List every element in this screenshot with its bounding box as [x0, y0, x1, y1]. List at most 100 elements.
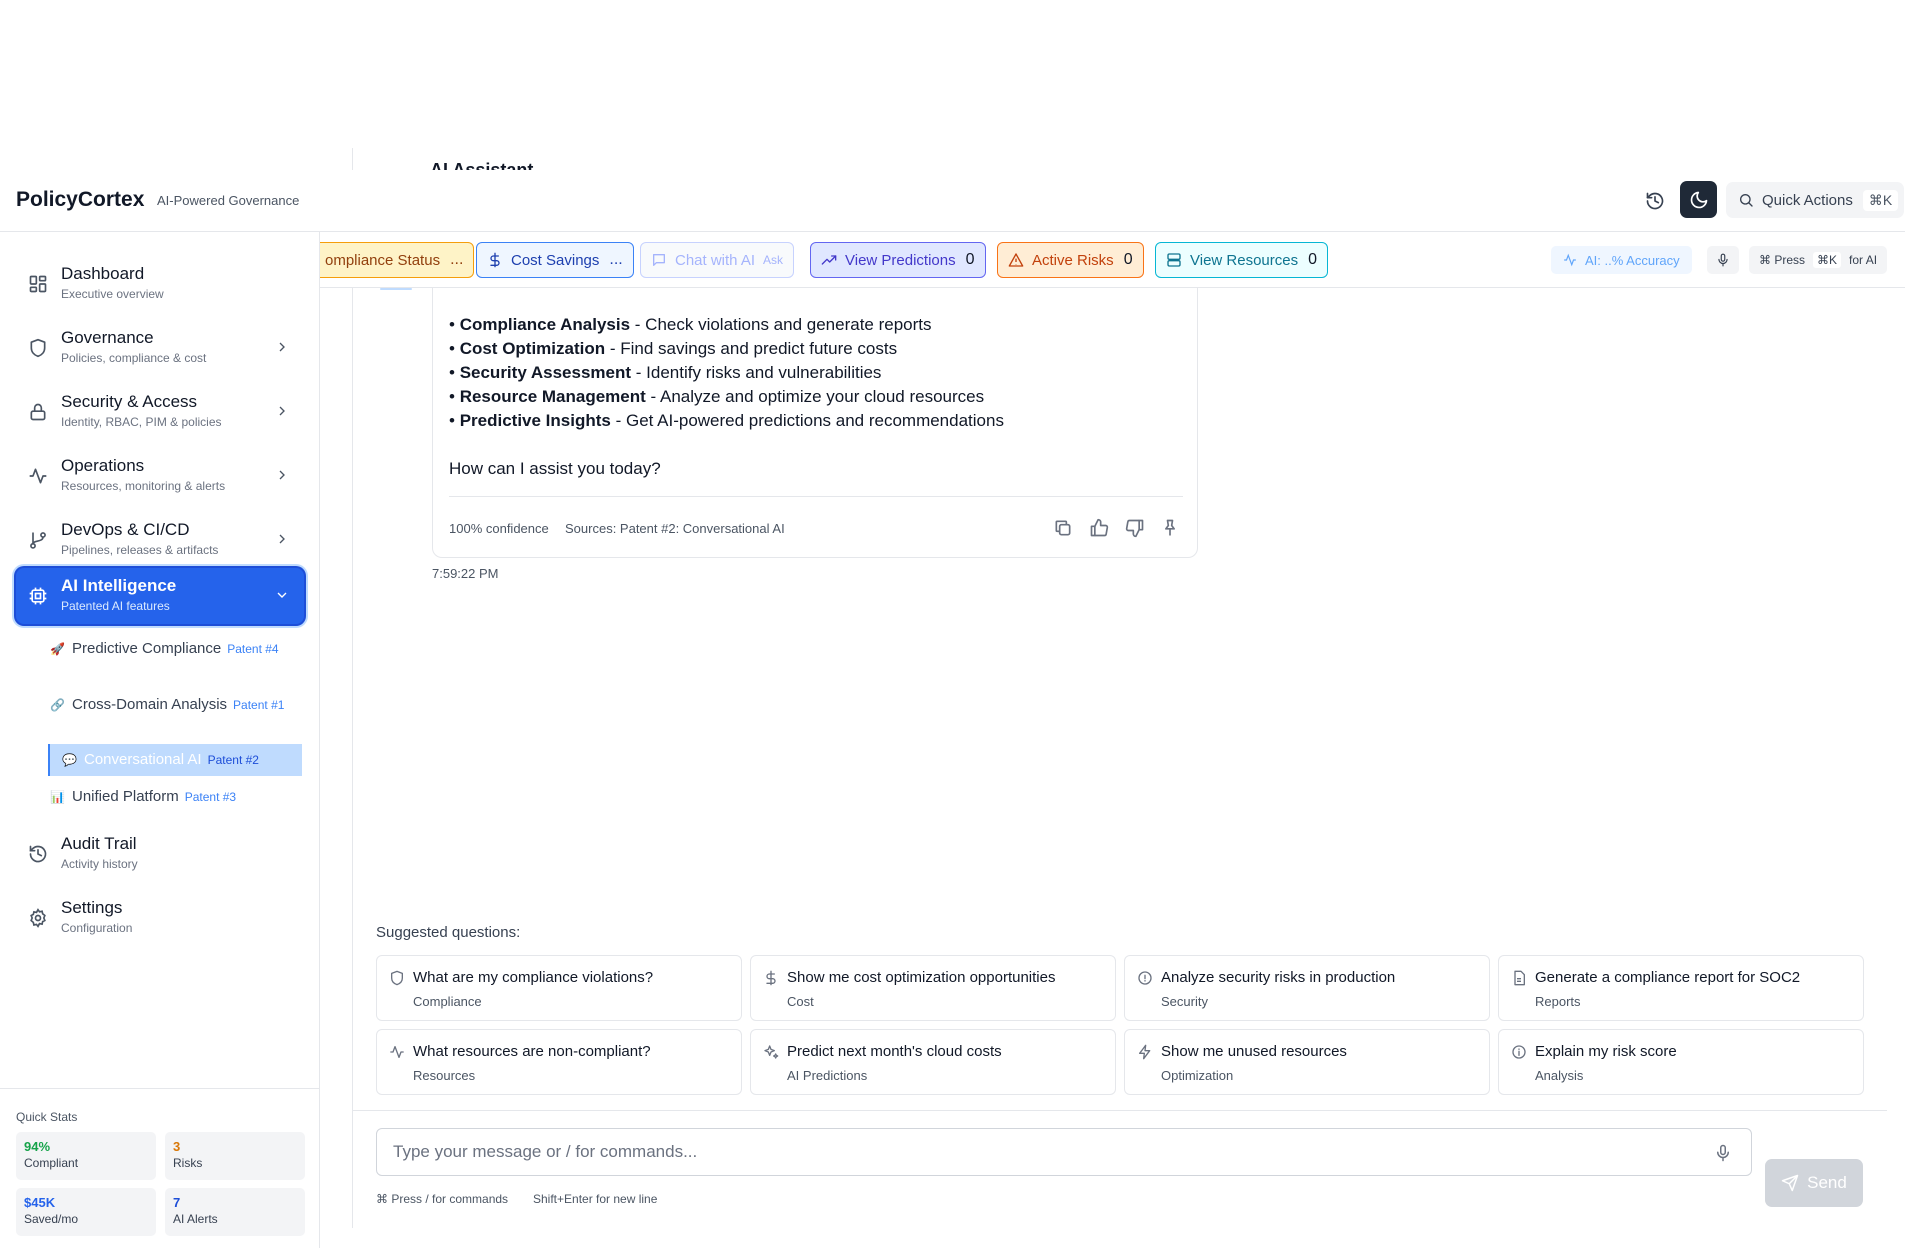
sidebar-item-label: DevOps & CI/CD	[61, 520, 189, 540]
pin-icon[interactable]	[1160, 518, 1180, 538]
stat-card-ai-alerts: 7 AI Alerts	[165, 1188, 305, 1236]
theme-toggle-button[interactable]	[1680, 181, 1717, 218]
sparkles-icon	[763, 1044, 779, 1060]
patent-badge: Patent #4	[227, 642, 278, 656]
dollar-icon	[487, 252, 503, 268]
sidebar-item-label: Governance	[61, 328, 154, 348]
sources-label: Sources: Patent #2: Conversational AI	[565, 521, 785, 536]
input-area-divider	[352, 1110, 1887, 1111]
quick-stats-title: Quick Stats	[16, 1110, 77, 1124]
stat-card-risks: 3 Risks	[165, 1132, 305, 1180]
suggestion-question: What are my compliance violations?	[413, 969, 653, 986]
quick-stats-divider	[0, 1088, 320, 1089]
subnav-unified-platform[interactable]: 📊Unified PlatformPatent #3	[50, 787, 304, 807]
commands-hint: ⌘ Press / for commands	[376, 1192, 508, 1206]
moon-icon	[1689, 190, 1709, 210]
message-footer-divider	[449, 496, 1183, 497]
chevron-right-icon	[274, 403, 290, 419]
sidebar-item-label: Security & Access	[61, 392, 197, 412]
sidebar-item-security[interactable]: Security & Access Identity, RBAC, PIM & …	[16, 384, 304, 440]
subnav-conversational-ai[interactable]: 💬Conversational AIPatent #2	[48, 744, 302, 776]
suggestion-card[interactable]: Generate a compliance report for SOC2 Re…	[1498, 955, 1864, 1021]
assistant-message: • Compliance Analysis - Check violations…	[432, 288, 1198, 558]
chevron-down-icon	[274, 587, 290, 603]
sidebar-item-settings[interactable]: Settings Configuration	[16, 890, 304, 946]
active-risks-button[interactable]: Active Risks 0	[997, 242, 1144, 278]
voice-button[interactable]	[1707, 246, 1739, 274]
suggestion-question: Generate a compliance report for SOC2	[1535, 969, 1800, 986]
suggestion-category: Optimization	[1161, 1068, 1233, 1083]
top-divider	[352, 148, 353, 170]
suggestion-card[interactable]: Predict next month's cloud costs AI Pred…	[750, 1029, 1116, 1095]
activity-icon	[389, 1044, 405, 1060]
suggestion-question: Explain my risk score	[1535, 1043, 1677, 1060]
gear-icon	[28, 908, 48, 928]
chat-icon	[651, 252, 667, 268]
message-closing: How can I assist you today?	[449, 459, 661, 479]
thumbs-down-icon[interactable]	[1125, 518, 1145, 538]
suggestion-card[interactable]: Analyze security risks in production Sec…	[1124, 955, 1490, 1021]
sidebar-item-dashboard[interactable]: Dashboard Executive overview	[16, 256, 304, 312]
send-label: Send	[1807, 1173, 1847, 1193]
suggestion-card[interactable]: Show me cost optimization opportunities …	[750, 955, 1116, 1021]
sidebar-item-devops[interactable]: DevOps & CI/CD Pipelines, releases & art…	[16, 512, 304, 568]
stat-label: Risks	[173, 1156, 297, 1170]
sidebar-item-operations[interactable]: Operations Resources, monitoring & alert…	[16, 448, 304, 504]
press-for-ai-hint[interactable]: ⌘ Press ⌘K for AI	[1749, 246, 1887, 274]
sidebar: Dashboard Executive overview Governance …	[0, 232, 320, 1248]
message-input[interactable]	[376, 1128, 1752, 1176]
zap-icon	[1137, 1044, 1153, 1060]
thumbs-up-icon[interactable]	[1089, 518, 1109, 538]
compliance-status-label: ompliance Status	[325, 252, 440, 269]
suggestion-card[interactable]: Show me unused resources Optimization	[1124, 1029, 1490, 1095]
warning-icon	[1008, 252, 1024, 268]
sidebar-item-sublabel: Pipelines, releases & artifacts	[61, 543, 218, 557]
subnav-cross-domain-analysis[interactable]: 🔗Cross-Domain AnalysisPatent #1	[50, 695, 304, 715]
sidebar-item-governance[interactable]: Governance Policies, compliance & cost	[16, 320, 304, 376]
stat-value: 94%	[24, 1139, 148, 1154]
brand-tagline: AI-Powered Governance	[157, 193, 299, 208]
view-resources-count: 0	[1308, 251, 1317, 269]
view-resources-button[interactable]: View Resources 0	[1155, 242, 1328, 278]
sidebar-item-audit-trail[interactable]: Audit Trail Activity history	[16, 826, 304, 882]
chat-with-ai-button[interactable]: Chat with AI Ask	[640, 242, 794, 278]
patent-badge: Patent #1	[233, 698, 284, 712]
suggestion-card[interactable]: Explain my risk score Analysis	[1498, 1029, 1864, 1095]
compliance-status-button[interactable]: ompliance Status ...	[320, 242, 474, 278]
patent-badge: Patent #3	[185, 790, 236, 804]
cost-savings-label: Cost Savings	[511, 252, 599, 269]
sidebar-item-sublabel: Policies, compliance & cost	[61, 351, 206, 365]
activity-icon	[28, 466, 48, 486]
microphone-icon[interactable]	[1714, 1144, 1732, 1162]
quick-actions-button[interactable]: Quick Actions ⌘K	[1726, 182, 1904, 218]
sidebar-item-label: Dashboard	[61, 264, 144, 284]
press-key: ⌘K	[1813, 252, 1841, 268]
send-icon	[1781, 1174, 1799, 1192]
brand-logo[interactable]: PolicyCortex	[16, 188, 144, 212]
subnav-label: Unified Platform	[72, 788, 179, 805]
stat-label: AI Alerts	[173, 1212, 297, 1226]
send-button[interactable]: Send	[1765, 1159, 1863, 1207]
sidebar-item-sublabel: Executive overview	[61, 287, 164, 301]
suggestion-card[interactable]: What resources are non-compliant? Resour…	[376, 1029, 742, 1095]
subnav-predictive-compliance[interactable]: 🚀Predictive CompliancePatent #4	[50, 639, 304, 659]
view-predictions-button[interactable]: View Predictions 0	[810, 242, 986, 278]
history-button[interactable]	[1640, 186, 1670, 216]
suggestion-question: Analyze security risks in production	[1161, 969, 1395, 986]
message-timestamp: 7:59:22 PM	[432, 566, 499, 581]
copy-icon[interactable]	[1053, 518, 1073, 538]
info-icon	[1511, 1044, 1527, 1060]
newline-hint: Shift+Enter for new line	[533, 1192, 657, 1206]
suggestion-card[interactable]: What are my compliance violations? Compl…	[376, 955, 742, 1021]
git-branch-icon	[28, 530, 48, 550]
suggestion-category: Reports	[1535, 994, 1581, 1009]
subnav-label: Predictive Compliance	[72, 640, 221, 657]
cost-savings-button[interactable]: Cost Savings ...	[476, 242, 634, 278]
suggestion-question: Predict next month's cloud costs	[787, 1043, 1002, 1060]
ai-accuracy-label: AI: ..% Accuracy	[1585, 253, 1680, 268]
stat-value: $45K	[24, 1195, 148, 1210]
dollar-icon	[763, 970, 779, 986]
sidebar-item-ai-intelligence[interactable]: AI Intelligence Patented AI features	[16, 568, 304, 624]
suggestion-category: Security	[1161, 994, 1208, 1009]
active-risks-count: 0	[1124, 251, 1133, 269]
